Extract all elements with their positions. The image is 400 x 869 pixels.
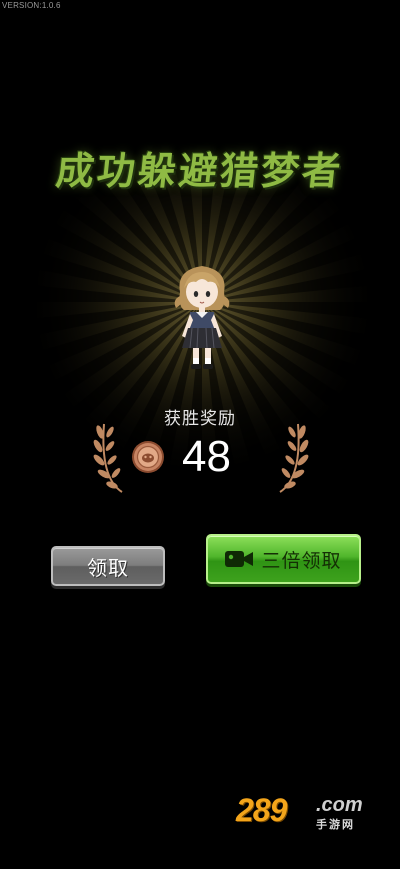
triple-claim-label: 三倍领取 bbox=[261, 549, 342, 572]
bronze-coin-icon bbox=[132, 441, 164, 473]
watermark-digits: 289 bbox=[236, 792, 287, 828]
laurel-left-icon bbox=[93, 423, 123, 493]
result-title: 成功躲避猎梦者 bbox=[53, 148, 346, 193]
laurel-right-icon bbox=[279, 423, 309, 493]
version-label: VERSION:1.0.6 bbox=[2, 1, 61, 10]
claim-button-label: 领取 bbox=[87, 555, 129, 580]
character-sprite bbox=[174, 266, 230, 369]
video-camera-icon bbox=[225, 551, 254, 567]
site-watermark: 289 .com 手游网 bbox=[236, 792, 382, 832]
claim-button[interactable]: 领取 bbox=[51, 546, 165, 586]
reward-label: 获胜奖励 bbox=[164, 409, 236, 429]
watermark-domain: .com bbox=[316, 794, 363, 816]
reward-amount: 48 bbox=[182, 432, 231, 481]
triple-claim-button[interactable]: 三倍领取 bbox=[206, 534, 361, 584]
watermark-subtitle: 手游网 bbox=[316, 818, 355, 831]
